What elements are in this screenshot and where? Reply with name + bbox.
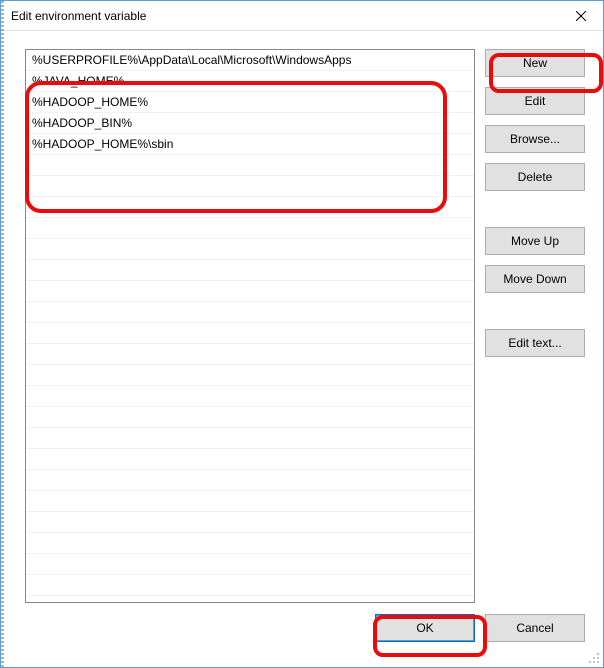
edit-text-button[interactable]: Edit text... [485,329,585,357]
list-item [26,218,474,239]
body-row: %USERPROFILE%\AppData\Local\Microsoft\Wi… [25,49,585,603]
list-item [26,512,474,533]
list-item [26,491,474,512]
list-item [26,344,474,365]
edit-button[interactable]: Edit [485,87,585,115]
list-item [26,260,474,281]
list-item [26,302,474,323]
close-icon [576,11,586,21]
window-left-edge [1,1,4,667]
list-item [26,575,474,596]
spacer [485,303,585,319]
close-button[interactable] [558,1,603,31]
delete-button[interactable]: Delete [485,163,585,191]
list-item [26,365,474,386]
list-item[interactable]: %HADOOP_HOME% [26,92,474,113]
move-up-button[interactable]: Move Up [485,227,585,255]
list-item [26,407,474,428]
list-item[interactable]: %JAVA_HOME% [26,71,474,92]
titlebar: Edit environment variable [1,1,603,31]
list-item [26,449,474,470]
resize-grip[interactable] [588,652,600,664]
list-item[interactable]: %HADOOP_BIN% [26,113,474,134]
list-item[interactable]: %USERPROFILE%\AppData\Local\Microsoft\Wi… [26,50,474,71]
new-button[interactable]: New [485,49,585,77]
list-item [26,281,474,302]
cancel-button[interactable]: Cancel [485,614,585,642]
list-item [26,197,474,218]
dialog-content: %USERPROFILE%\AppData\Local\Microsoft\Wi… [1,31,603,667]
list-item [26,386,474,407]
list-item [26,428,474,449]
dialog-window: Edit environment variable %USERPROFILE%\… [0,0,604,668]
dialog-footer: OK Cancel [25,603,585,653]
list-item [26,239,474,260]
resize-grip-icon [588,652,600,664]
list-item [26,323,474,344]
list-item [26,155,474,176]
list-item [26,176,474,197]
list-item[interactable]: %HADOOP_HOME%\sbin [26,134,474,155]
window-title: Edit environment variable [11,9,146,23]
spacer [485,201,585,217]
browse-button[interactable]: Browse... [485,125,585,153]
move-down-button[interactable]: Move Down [485,265,585,293]
list-item [26,554,474,575]
ok-button[interactable]: OK [375,614,475,642]
path-listbox[interactable]: %USERPROFILE%\AppData\Local\Microsoft\Wi… [25,49,475,603]
list-item [26,533,474,554]
side-buttons: New Edit Browse... Delete Move Up Move D… [485,49,585,603]
list-item [26,470,474,491]
